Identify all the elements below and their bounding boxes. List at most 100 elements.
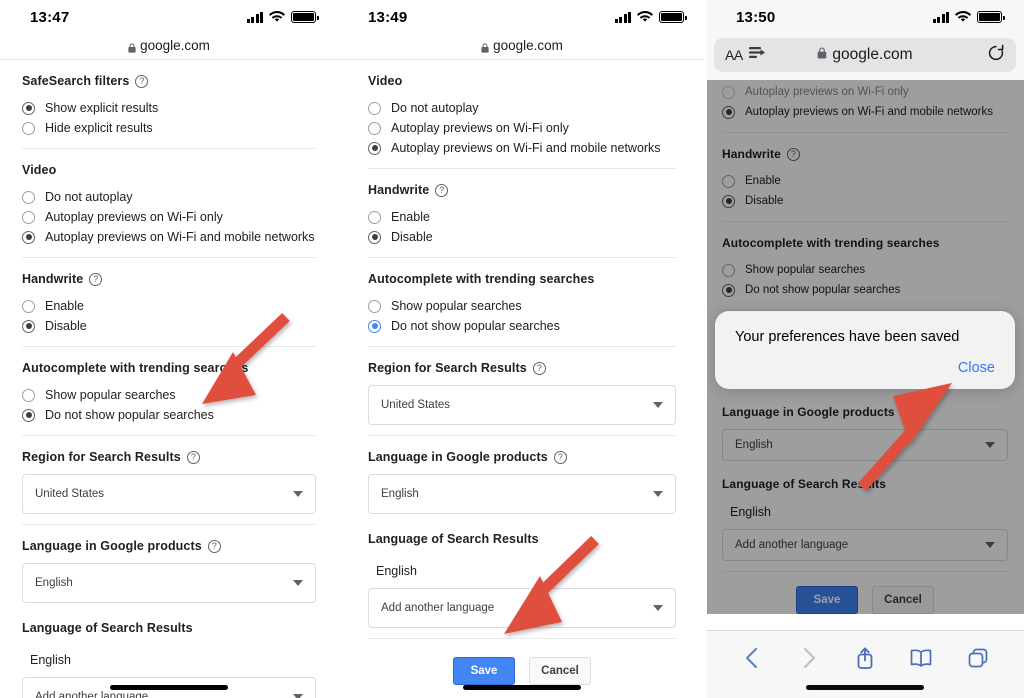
radio-row[interactable]: Do not autoplay [22,187,316,207]
section-title-text: Autocomplete with trending searches [722,236,940,250]
section-title-text: Handwrite [22,272,84,286]
radio-indicator[interactable] [22,388,35,402]
help-icon[interactable]: ? [900,405,914,419]
radio-label: Do not show popular searches [745,284,901,296]
language-products-select[interactable]: English [368,474,676,514]
url-bar-pill[interactable]: AA google.com [714,38,1016,72]
section-title-text: Language of Search Results [22,621,193,635]
url-bar-2[interactable]: google.com [338,34,706,60]
section-title: Language of Search Results [22,621,316,635]
help-icon[interactable]: ? [532,361,546,375]
radio-label: Autoplay previews on Wi-Fi and mobile ne… [745,106,993,118]
help-icon[interactable]: ? [89,272,103,286]
radio-indicator[interactable] [722,283,735,297]
save-button[interactable]: Save [796,586,858,614]
help-icon[interactable]: ? [786,147,800,161]
share-icon[interactable] [850,643,880,673]
section-title-text: Language of Search Results [368,532,539,546]
language-products-select[interactable]: English [22,563,316,603]
section-title: Handwrite ? [722,147,1008,161]
tabs-icon[interactable] [963,643,993,673]
cancel-button[interactable]: Cancel [529,657,591,685]
radio-row[interactable]: Autoplay previews on Wi-Fi and mobile ne… [722,102,1008,122]
book-icon[interactable] [906,643,936,673]
radio-indicator[interactable] [22,230,35,244]
radio-row[interactable]: Enable [722,171,1008,191]
battery-icon [659,11,687,23]
help-icon[interactable]: ? [135,74,149,88]
status-bar-1: 13:47 [0,0,338,34]
radio-row[interactable]: Enable [22,296,316,316]
back-chevron-icon[interactable] [737,643,767,673]
radio-indicator[interactable] [22,299,35,313]
cancel-button[interactable]: Cancel [872,586,934,614]
radio-indicator[interactable] [368,299,381,313]
radio-row[interactable]: Show explicit results [22,98,316,118]
radio-indicator[interactable] [22,210,35,224]
radio-indicator[interactable] [368,230,381,244]
radio-indicator[interactable] [368,210,381,224]
radio-indicator[interactable] [22,408,35,422]
chevron-down-icon [653,605,663,611]
reader-view-icon[interactable] [748,46,766,64]
radio-label: Do not autoplay [45,190,133,204]
radio-indicator[interactable] [22,319,35,333]
radio-label: Do not show popular searches [45,408,214,422]
radio-row[interactable]: Hide explicit results [22,118,316,138]
radio-row[interactable]: Autoplay previews on Wi-Fi only [722,82,1008,102]
text-size-button[interactable]: AA [725,47,743,63]
url-host: google.com [493,37,563,53]
radio-row[interactable]: Enable [368,207,676,227]
add-language-select[interactable]: Add another language [368,588,676,628]
radio-indicator[interactable] [722,194,735,208]
section-title: Autocomplete with trending searches [722,236,1008,250]
help-icon[interactable]: ? [186,450,200,464]
radio-row[interactable]: Show popular searches [722,260,1008,280]
add-language-select[interactable]: Add another language [722,529,1008,561]
save-button[interactable]: Save [453,657,515,685]
help-icon[interactable]: ? [553,450,567,464]
radio-row[interactable]: Autoplay previews on Wi-Fi and mobile ne… [22,227,316,247]
radio-indicator[interactable] [368,121,381,135]
radio-row[interactable]: Autoplay previews on Wi-Fi only [22,207,316,227]
radio-row[interactable]: Disable [22,316,316,336]
radio-row[interactable]: Autoplay previews on Wi-Fi and mobile ne… [368,138,676,158]
radio-row[interactable]: Autoplay previews on Wi-Fi only [368,118,676,138]
radio-row[interactable]: Disable [722,191,1008,211]
section-title-text: Region for Search Results [368,361,527,375]
language-products-select[interactable]: English [722,429,1008,461]
radio-row[interactable]: Show popular searches [22,385,316,405]
radio-row[interactable]: Disable [368,227,676,247]
close-button[interactable]: Close [958,360,995,376]
forward-chevron-icon[interactable] [794,643,824,673]
radio-indicator[interactable] [722,105,735,119]
radio-row[interactable]: Do not show popular searches [722,280,1008,300]
section-title: Language in Google products ? [368,450,676,464]
panel-separator-2 [705,0,707,698]
radio-indicator[interactable] [722,263,735,277]
radio-indicator[interactable] [22,121,35,135]
radio-indicator[interactable] [22,101,35,115]
region-select[interactable]: United States [22,474,316,514]
alert-actions: Close [735,359,995,377]
radio-row[interactable]: Show popular searches [368,296,676,316]
radio-indicator[interactable] [368,101,381,115]
radio-indicator[interactable] [722,174,735,188]
radio-label: Show popular searches [745,264,866,276]
section-language-results: Language of Search Results English Add a… [368,524,676,638]
radio-indicator[interactable] [368,319,381,333]
url-bar-1[interactable]: google.com [0,34,338,60]
reload-icon[interactable] [987,44,1005,67]
home-indicator [463,685,581,690]
radio-label: Do not show popular searches [391,319,560,333]
help-icon[interactable]: ? [207,539,221,553]
radio-indicator[interactable] [22,190,35,204]
radio-indicator[interactable] [368,141,381,155]
region-select[interactable]: United States [368,385,676,425]
radio-row[interactable]: Do not autoplay [368,98,676,118]
help-icon[interactable]: ? [435,183,449,197]
status-icons [246,11,319,23]
radio-row[interactable]: Do not show popular searches [22,405,316,425]
radio-indicator[interactable] [722,85,735,99]
radio-row[interactable]: Do not show popular searches [368,316,676,336]
